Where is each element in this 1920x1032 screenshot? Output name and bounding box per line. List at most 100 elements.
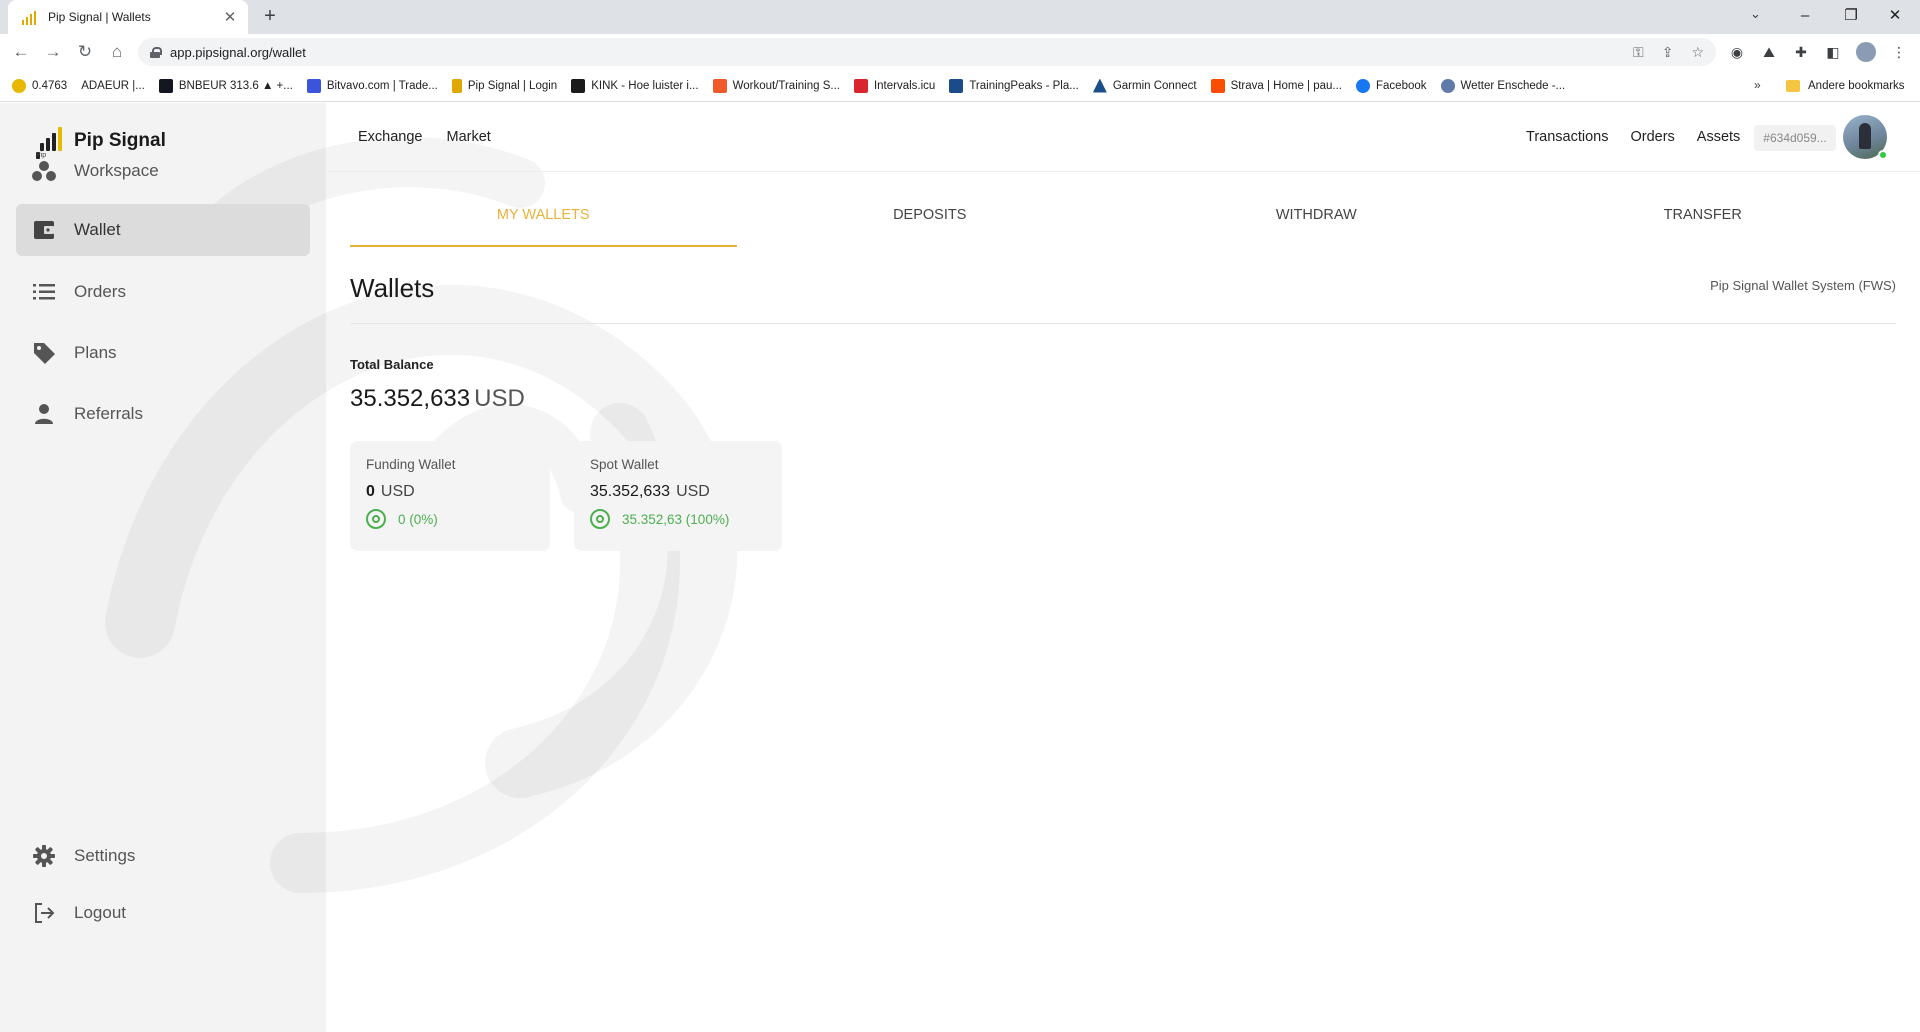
bookmark-favicon-icon — [451, 78, 462, 93]
lock-icon[interactable] — [150, 46, 162, 58]
app-root: Pip Pip Signal Workspace Wallet Orders P… — [0, 103, 1920, 1032]
bookmark-item[interactable]: Pip Signal | Login — [451, 78, 557, 93]
new-tab-button[interactable]: + — [258, 6, 282, 28]
sidebar-item-label: Settings — [74, 846, 136, 865]
funding-wallet-card[interactable]: Funding Wallet 0 USD 0 (0%) — [350, 441, 550, 551]
nav-exchange-link[interactable]: Exchange — [358, 129, 423, 145]
bookmark-item[interactable]: Bitvavo.com | Trade... — [306, 78, 438, 93]
puzzle-icon[interactable]: ✚ — [1790, 42, 1812, 62]
tag-icon — [32, 341, 56, 365]
bookmark-item[interactable]: Workout/Training S... — [712, 78, 840, 93]
total-balance-currency: USD — [474, 385, 525, 412]
wallet-card-title: Funding Wallet — [366, 457, 456, 472]
total-balance-value: 35.352,633 USD — [350, 385, 525, 413]
wallet-card-title: Spot Wallet — [590, 457, 659, 472]
bookmark-item[interactable]: 0.4763 — [12, 78, 67, 93]
wallet-share-text: 35.352,63 (100%) — [622, 511, 730, 527]
browser-tab-strip: Pip Signal | Wallets ✕ + ⌄ – ❐ ✕ — [0, 0, 1920, 34]
reload-button[interactable]: ↻ — [72, 40, 98, 64]
user-id-badge[interactable]: #634d059... — [1754, 125, 1836, 151]
wallet-amount-value: 35.352,633 — [590, 483, 671, 500]
tab-close-icon[interactable]: ✕ — [222, 8, 238, 26]
sidebar-item-label: Logout — [74, 903, 126, 922]
key-icon[interactable]: ⚿ — [1633, 44, 1644, 61]
extension-icon[interactable]: ◉ — [1726, 42, 1748, 62]
wallet-amount-currency: USD — [380, 483, 415, 500]
bookmark-item[interactable]: TrainingPeaks - Pla... — [949, 78, 1079, 93]
sidebar-item-plans[interactable]: Plans — [16, 327, 310, 379]
bookmark-favicon-icon — [949, 78, 964, 93]
restore-button[interactable]: ❐ — [1836, 4, 1866, 28]
wallet-card-amount: 35.352,633 USD — [590, 483, 766, 501]
sidebar-item-orders[interactable]: Orders — [16, 266, 310, 318]
browser-toolbar: ← → ↻ ⌂ app.pipsignal.org/wallet ⚿ ⇪ ☆ ◉… — [0, 34, 1920, 70]
bookmark-favicon-icon — [12, 78, 26, 93]
tab-search-icon[interactable]: ⌄ — [1750, 6, 1761, 22]
tab-transfer[interactable]: TRANSFER — [1510, 203, 1897, 247]
sidebar-item-label: Referrals — [74, 404, 143, 423]
browser-tab-title: Pip Signal | Wallets — [48, 10, 151, 24]
page-title: Wallets — [350, 273, 435, 303]
share-icon[interactable]: ⇪ — [1662, 44, 1674, 61]
sidebar-item-settings[interactable]: Settings — [16, 830, 310, 882]
tab-withdraw[interactable]: WITHDRAW — [1123, 203, 1510, 247]
wallet-card-amount: 0 USD — [366, 483, 534, 501]
share-ring-icon — [590, 509, 610, 529]
star-icon[interactable]: ☆ — [1691, 44, 1704, 61]
bookmark-favicon-icon — [571, 78, 586, 93]
tab-my-wallets[interactable]: MY WALLETS — [350, 203, 737, 247]
total-balance-amount: 35.352,633 — [350, 385, 471, 412]
wallet-amount-value: 0 — [366, 483, 375, 500]
pip-signal-favicon-icon — [22, 9, 38, 25]
bookmark-favicon-icon — [1440, 78, 1455, 93]
browser-profile-avatar[interactable] — [1856, 42, 1876, 62]
bookmark-item[interactable]: Wetter Enschede -... — [1440, 78, 1565, 93]
tab-deposits[interactable]: DEPOSITS — [737, 203, 1124, 247]
topbar-divider — [326, 171, 1920, 172]
nav-assets-link[interactable]: Assets — [1697, 129, 1741, 145]
extension-mountain-icon[interactable]: ⛰ — [1758, 42, 1780, 62]
online-status-indicator — [1878, 150, 1888, 160]
back-button[interactable]: ← — [8, 40, 34, 64]
bookmark-item[interactable]: Facebook — [1356, 78, 1427, 93]
other-bookmarks-folder[interactable]: Andere bookmarks — [1786, 70, 1905, 102]
bookmarks-overflow-icon[interactable]: » — [1754, 78, 1761, 92]
bookmark-item[interactable]: BNBEUR 313.6 ▲ +... — [158, 78, 293, 93]
home-button[interactable]: ⌂ — [104, 40, 130, 64]
side-panel-icon[interactable]: ◧ — [1822, 42, 1844, 62]
sidebar-item-logout[interactable]: Logout — [16, 887, 310, 939]
avatar-figure — [1859, 123, 1871, 149]
browser-tab[interactable]: Pip Signal | Wallets ✕ — [8, 0, 248, 34]
wallet-icon — [32, 218, 56, 242]
url-text[interactable]: app.pipsignal.org/wallet — [170, 45, 1615, 60]
forward-button[interactable]: → — [40, 40, 66, 64]
minimize-button[interactable]: – — [1790, 4, 1820, 28]
top-nav-right: Transactions Orders Assets — [1526, 129, 1740, 145]
bookmark-item[interactable]: Garmin Connect — [1092, 78, 1197, 93]
address-bar[interactable]: app.pipsignal.org/wallet ⚿ ⇪ ☆ — [138, 38, 1716, 66]
sidebar-item-referrals[interactable]: Referrals — [16, 388, 310, 440]
close-window-button[interactable]: ✕ — [1880, 4, 1910, 28]
top-nav-left: Exchange Market — [358, 129, 491, 145]
sidebar-item-label: Plans — [74, 343, 117, 362]
workspace-icon — [32, 159, 56, 183]
bookmark-item[interactable]: Intervals.icu — [853, 78, 935, 93]
wallet-system-label: Pip Signal Wallet System (FWS) — [1710, 278, 1896, 293]
browser-menu-icon[interactable]: ⋮ — [1888, 42, 1910, 62]
bookmark-item[interactable]: KINK - Hoe luister i... — [571, 78, 699, 93]
nav-orders-link[interactable]: Orders — [1630, 129, 1674, 145]
nav-market-link[interactable]: Market — [447, 129, 491, 145]
wallet-card-share: 0 (0%) — [366, 509, 534, 529]
sidebar-item-wallet[interactable]: Wallet — [16, 204, 310, 256]
sidebar-item-label: Orders — [74, 282, 126, 301]
wallet-tabs: MY WALLETS DEPOSITS WITHDRAW TRANSFER — [350, 203, 1896, 247]
bookmarks-bar: 0.4763 ADAEUR |... BNBEUR 313.6 ▲ +... B… — [0, 70, 1920, 102]
wallet-card-share: 35.352,63 (100%) — [590, 509, 766, 529]
spot-wallet-card[interactable]: Spot Wallet 35.352,633 USD 35.352,63 (100… — [574, 441, 782, 551]
bookmark-item[interactable]: ADAEUR |... — [81, 80, 145, 92]
sidebar-item-label: Workspace — [74, 161, 159, 180]
bookmark-item[interactable]: Strava | Home | pau... — [1210, 78, 1342, 93]
sidebar-item-workspace[interactable]: Workspace — [16, 145, 310, 197]
wallet-share-text: 0 (0%) — [398, 511, 438, 527]
nav-transactions-link[interactable]: Transactions — [1526, 129, 1608, 145]
